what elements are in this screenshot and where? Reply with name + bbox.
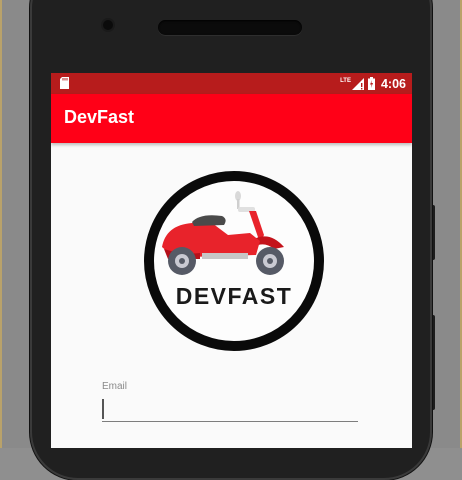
earpiece-speaker [158, 20, 302, 35]
status-bar: LTE 4:06 [51, 73, 412, 94]
email-label: Email [102, 381, 128, 392]
front-camera [103, 20, 113, 30]
logo-text: DEVFAST [176, 283, 293, 309]
devfast-logo: DEVFAST [144, 171, 324, 351]
signal-icon [351, 77, 364, 90]
app-title: DevFast [64, 107, 135, 127]
sd-card-icon [60, 77, 69, 89]
screen: LTE 4:06 DevFast DEVFAST Email [51, 73, 412, 448]
battery-icon [367, 77, 375, 90]
network-type: LTE [340, 77, 351, 84]
text-cursor [102, 399, 104, 419]
clock: 4:06 [380, 76, 406, 91]
app-bar: DevFast [51, 94, 412, 143]
email-field[interactable] [102, 395, 358, 422]
